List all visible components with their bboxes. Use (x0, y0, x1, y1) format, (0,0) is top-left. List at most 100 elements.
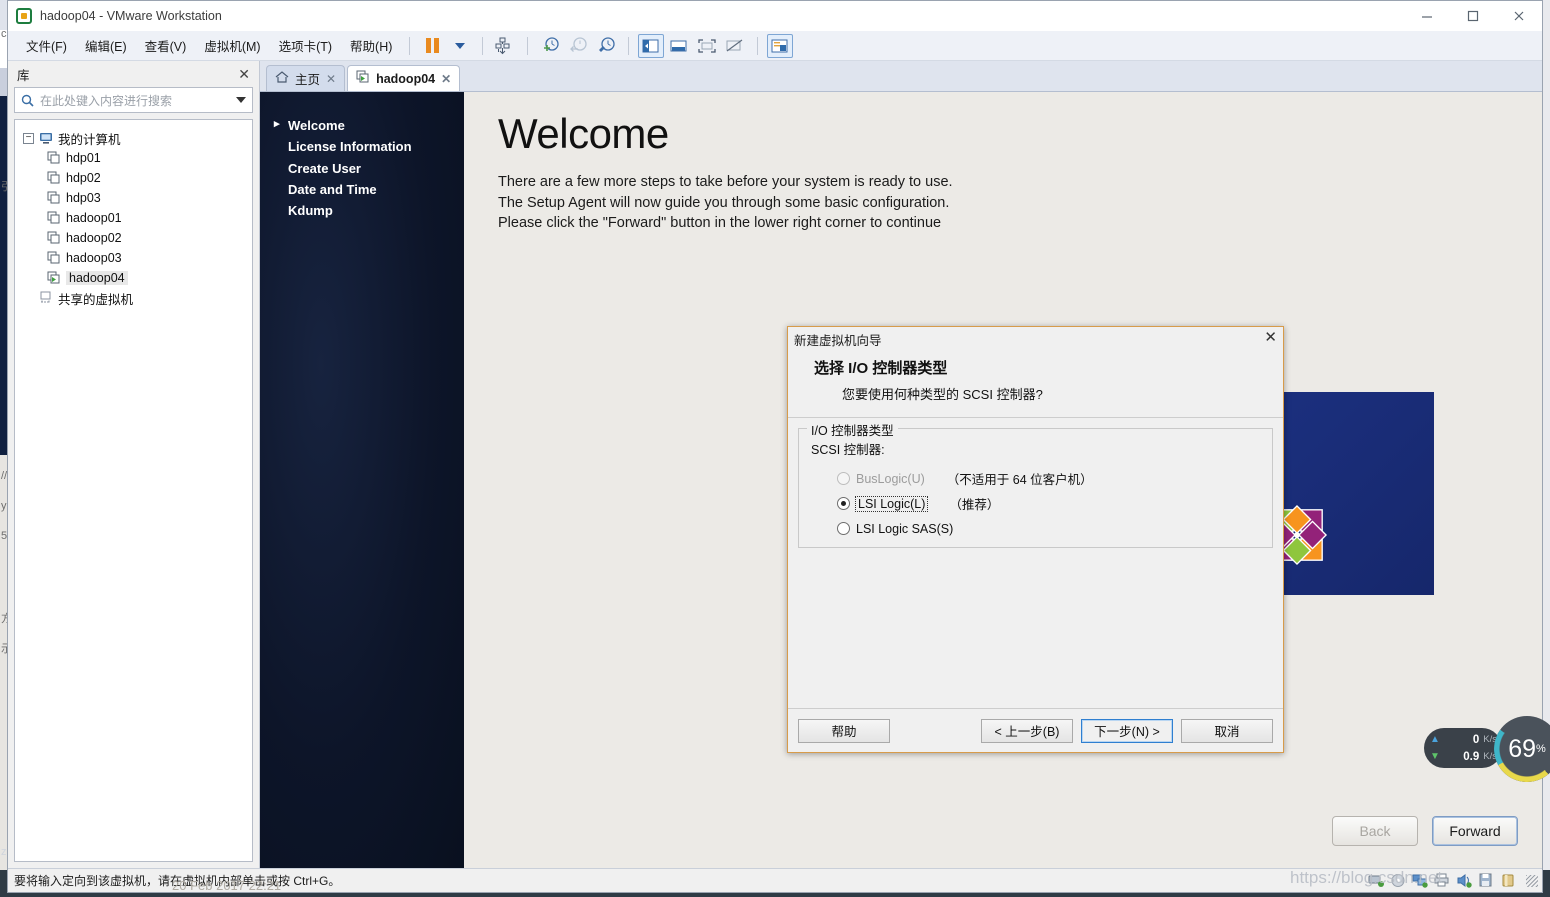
tab-strip: 主页 ✕ hadoop04 ✕ (260, 61, 1542, 91)
expander-icon[interactable]: − (23, 132, 34, 144)
tree-item-hdp02[interactable]: hdp02 (21, 168, 246, 188)
console-view-icon[interactable] (767, 33, 794, 58)
search-icon (21, 94, 34, 107)
menu-file[interactable]: 文件(F) (18, 32, 75, 59)
search-input[interactable]: 在此处键入内容进行搜索 (40, 92, 230, 109)
close-icon[interactable]: ✕ (1264, 330, 1277, 345)
dialog-footer: 帮助 < 上一步(B) 下一步(N) > 取消 (788, 708, 1283, 752)
radio-icon[interactable] (837, 497, 850, 510)
home-icon (275, 70, 289, 87)
tree-item-hadoop04[interactable]: hadoop04 (21, 268, 246, 288)
dialog-subheading: 您要使用何种类型的 SCSI 控制器? (842, 387, 1043, 402)
maximize-icon[interactable] (1450, 1, 1496, 31)
upload-arrow-icon: ▲ (1430, 734, 1440, 745)
tree-item-hadoop03[interactable]: hadoop03 (21, 248, 246, 268)
page-title: Welcome (498, 110, 669, 157)
network-adapter2-icon[interactable] (1412, 873, 1429, 889)
sound-card-icon[interactable] (1456, 873, 1473, 889)
vm-console[interactable]: Welcome License Information Create User … (260, 91, 1542, 868)
back-button[interactable]: Back (1332, 816, 1418, 846)
vm-icon (47, 151, 61, 165)
menu-tabs[interactable]: 选项卡(T) (271, 32, 340, 59)
firstboot-nav-kdump[interactable]: Kdump (272, 203, 464, 218)
tree-item-shared-vms[interactable]: 共享的虚拟机 (21, 288, 246, 308)
vm-icon (47, 251, 61, 265)
vm-running-icon (47, 271, 61, 285)
printer-icon[interactable] (1434, 873, 1451, 889)
close-icon[interactable]: ✕ (238, 67, 250, 81)
cd-dvd-icon[interactable] (1390, 873, 1407, 889)
tree-item-hdp01[interactable]: hdp01 (21, 148, 246, 168)
snapshot-manager-icon[interactable] (593, 34, 619, 58)
firstboot-nav-welcome[interactable]: Welcome (272, 118, 464, 133)
search-box[interactable]: 在此处键入内容进行搜索 (14, 87, 253, 113)
tree-item-label: hadoop04 (66, 271, 128, 285)
library-panel-icon[interactable] (638, 33, 665, 58)
network-adapter-icon[interactable] (1368, 873, 1385, 889)
radio-icon[interactable] (837, 522, 850, 535)
pause-icon[interactable] (419, 34, 445, 58)
group-legend: I/O 控制器类型 (807, 420, 898, 439)
snapshot-add-icon[interactable] (537, 34, 563, 58)
close-icon[interactable]: ✕ (441, 72, 451, 86)
radio-note: （推荐） (949, 498, 1000, 512)
firstboot-nav-license-information[interactable]: License Information (272, 139, 464, 154)
resize-grip[interactable] (1526, 875, 1538, 887)
firstboot-nav-date-and-time[interactable]: Date and Time (272, 182, 464, 197)
chevron-down-icon[interactable] (447, 34, 473, 58)
next-button[interactable]: 下一步(N) > (1081, 718, 1173, 743)
tree-item-hadoop01[interactable]: hadoop01 (21, 208, 246, 228)
library-header: 库 ✕ (14, 61, 253, 87)
back-button[interactable]: < 上一步(B) (981, 718, 1073, 743)
menu-bar: 文件(F) 编辑(E) 查看(V) 虚拟机(M) 选项卡(T) 帮助(H) (8, 31, 1542, 61)
snapshot-revert-icon[interactable] (565, 34, 591, 58)
tree-item-label: hadoop02 (66, 231, 122, 245)
thumbnail-bar-icon[interactable] (666, 34, 692, 58)
vmware-icon (16, 8, 32, 24)
screen: cs 引 // yp 5 方 示 z hadoop04 - VMware Wor… (0, 0, 1550, 897)
fullscreen-icon[interactable] (694, 34, 720, 58)
tree-item-label: hadoop03 (66, 251, 122, 265)
shared-vms-icon (39, 291, 53, 305)
tree-item-hadoop02[interactable]: hadoop02 (21, 228, 246, 248)
cancel-button[interactable]: 取消 (1181, 718, 1273, 743)
title-bar: hadoop04 - VMware Workstation (8, 1, 1542, 31)
upload-speed-row: ▲ 0 K/s (1430, 731, 1502, 748)
chevron-down-icon[interactable] (236, 97, 246, 103)
forward-button[interactable]: Forward (1432, 816, 1518, 846)
dialog-title: 新建虚拟机向导 (794, 333, 882, 348)
radio-note: （不适用于 64 位客户机） (946, 473, 1093, 487)
firstboot-buttons: Back Forward (1332, 816, 1518, 846)
network-speed-widget[interactable]: ▲ 0 K/s ▼ 0.9 K/s (1424, 728, 1502, 768)
close-icon[interactable] (1496, 1, 1542, 31)
toolbar-separator (757, 36, 759, 55)
tree-item-my-computer[interactable]: − 我的计算机 (21, 128, 246, 148)
vmware-window: hadoop04 - VMware Workstation 文件(F) 编辑(E… (7, 0, 1543, 893)
radio-label: BusLogic(U) (856, 471, 925, 486)
minimize-icon[interactable] (1404, 1, 1450, 31)
tree-item-label: hdp02 (66, 171, 101, 185)
tree-item-hdp03[interactable]: hdp03 (21, 188, 246, 208)
tree-item-label: 共享的虚拟机 (58, 292, 134, 307)
usb-icon[interactable] (1500, 873, 1517, 889)
menu-view[interactable]: 查看(V) (137, 32, 195, 59)
send-key-icon[interactable] (492, 34, 518, 58)
library-title: 库 (17, 68, 30, 83)
help-button[interactable]: 帮助 (798, 718, 890, 743)
window-title: hadoop04 - VMware Workstation (40, 9, 222, 23)
radio-icon[interactable] (837, 472, 850, 485)
unity-icon[interactable] (722, 34, 748, 58)
floppy-icon[interactable] (1478, 873, 1495, 889)
tab-hadoop04[interactable]: hadoop04 ✕ (347, 65, 461, 91)
radio-option-buslogic[interactable]: BusLogic(U) （不适用于 64 位客户机） (809, 466, 1262, 491)
menu-edit[interactable]: 编辑(E) (77, 32, 135, 59)
close-icon[interactable]: ✕ (326, 72, 336, 86)
menu-vm[interactable]: 虚拟机(M) (196, 32, 268, 59)
scsi-controller-label: SCSI 控制器: (811, 443, 885, 457)
menu-help[interactable]: 帮助(H) (342, 32, 400, 59)
radio-option-lsi-logic-sas[interactable]: LSI Logic SAS(S) (809, 516, 1262, 541)
download-speed-row: ▼ 0.9 K/s (1430, 748, 1502, 765)
firstboot-nav-create-user[interactable]: Create User (272, 161, 464, 176)
radio-option-lsi-logic[interactable]: LSI Logic(L) （推荐） (809, 491, 1262, 516)
tab-home[interactable]: 主页 ✕ (266, 65, 346, 91)
